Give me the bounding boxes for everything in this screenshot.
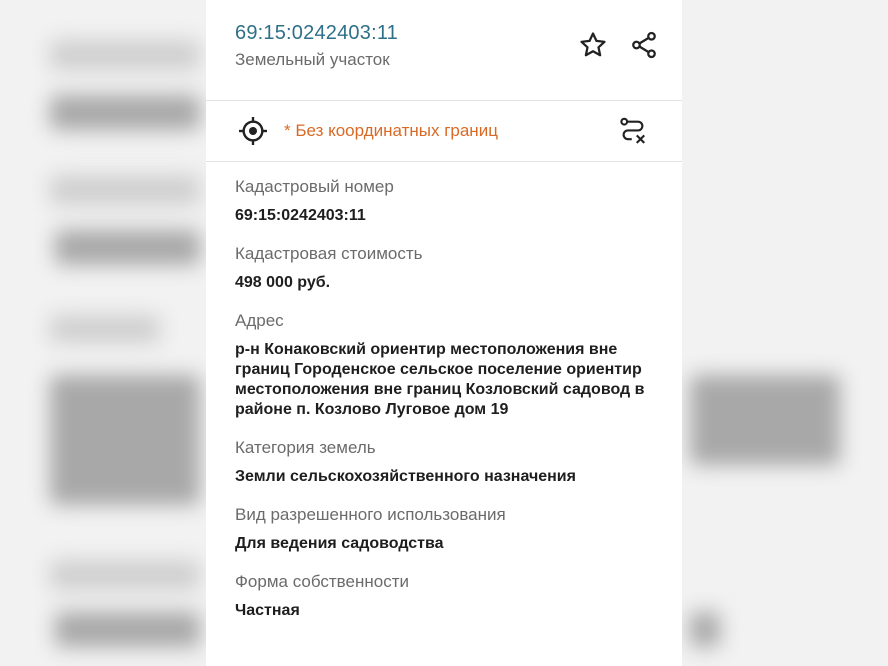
crosshair-icon (239, 117, 267, 145)
field-label: Кадастровый номер (235, 177, 394, 196)
parcel-card: 69:15:0242403:11 Земельный участок * Без… (206, 0, 682, 666)
field-label: Категория земель (235, 438, 376, 457)
parcel-details: Кадастровый номер 69:15:0242403:11 Кадас… (206, 162, 682, 621)
locate-button[interactable] (235, 113, 271, 149)
field-value[interactable]: 69:15:0242403:11 (235, 206, 653, 226)
blurred-block (50, 315, 160, 343)
field-land-category: Категория земель Земли сельскохозяйствен… (235, 438, 653, 487)
route-button[interactable] (615, 113, 651, 149)
blurred-block (55, 230, 200, 265)
field-value[interactable]: Частная (235, 601, 653, 621)
blurred-block (690, 375, 840, 465)
field-address: Адрес р-н Конаковский ориентир местополо… (235, 311, 653, 420)
cadastral-number-title[interactable]: 69:15:0242403:11 (235, 22, 398, 45)
blurred-block (690, 612, 720, 647)
field-cadastral-value: Кадастровая стоимость 498 000 руб. (235, 244, 653, 293)
share-icon (632, 31, 656, 59)
favorite-button[interactable] (575, 27, 611, 63)
object-type-subtitle: Земельный участок (235, 50, 390, 69)
field-value[interactable]: р-н Конаковский ориентир местоположения … (235, 340, 653, 420)
field-cadastral-number: Кадастровый номер 69:15:0242403:11 (235, 177, 653, 226)
no-boundaries-notice: * Без координатных границ (284, 121, 498, 140)
blurred-block (50, 560, 200, 590)
field-value[interactable]: Земли сельскохозяйственного назначения (235, 467, 653, 487)
card-header: 69:15:0242403:11 Земельный участок (206, 0, 682, 101)
route-off-icon (620, 117, 646, 144)
field-label: Форма собственности (235, 572, 409, 591)
field-permitted-use: Вид разрешенного использования Для веден… (235, 505, 653, 554)
share-button[interactable] (626, 27, 662, 63)
field-label: Адрес (235, 311, 284, 330)
blurred-block (50, 95, 200, 130)
card-toolbar: * Без координатных границ (206, 101, 682, 162)
field-value[interactable]: Для ведения садоводства (235, 534, 653, 554)
field-label: Вид разрешенного использования (235, 505, 506, 524)
field-label: Кадастровая стоимость (235, 244, 423, 263)
star-icon (580, 32, 606, 57)
blurred-block (50, 40, 200, 70)
blurred-block (55, 612, 200, 647)
field-value[interactable]: 498 000 руб. (235, 273, 653, 293)
blurred-block (50, 375, 200, 505)
blurred-block (50, 175, 200, 205)
field-ownership: Форма собственности Частная (235, 572, 653, 621)
